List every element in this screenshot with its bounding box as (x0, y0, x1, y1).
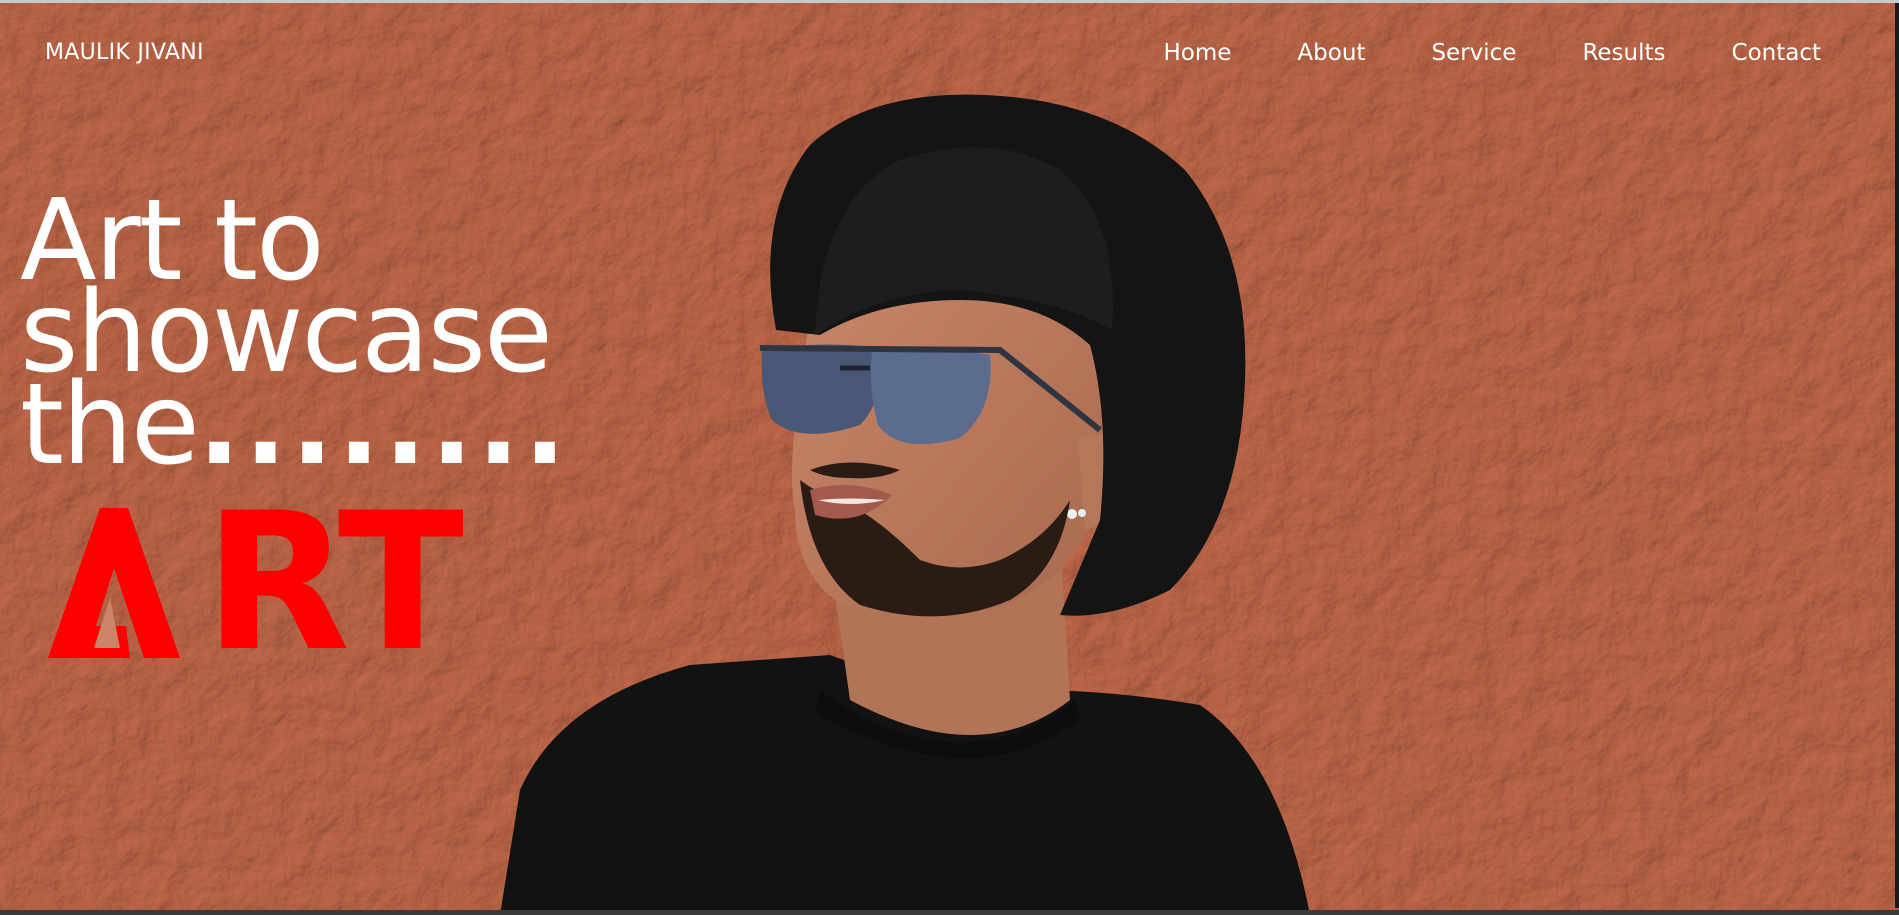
nav-about-link[interactable]: About (1297, 40, 1365, 66)
bottom-border (0, 910, 1899, 915)
art-a-glyph (48, 508, 180, 658)
nav-home-link[interactable]: Home (1164, 40, 1232, 66)
headline-dots: ........ (197, 360, 571, 490)
top-border (0, 0, 1899, 3)
headline-line-3: the........ (20, 369, 570, 481)
art-wordmark: RT (48, 488, 463, 658)
art-rest-letters: RT (204, 488, 464, 658)
main-navigation: Home About Service Results Contact (1164, 40, 1822, 66)
vertical-scrollbar[interactable] (1895, 3, 1899, 908)
hero-section: MAULIK JIVANI Home About Service Results… (0, 0, 1899, 915)
headline-the: the (20, 360, 200, 490)
brand-logo[interactable]: MAULIK JIVANI (45, 40, 204, 65)
nav-results-link[interactable]: Results (1582, 40, 1665, 66)
hero-headline: Art to showcase the........ (20, 185, 570, 481)
nav-contact-link[interactable]: Contact (1732, 40, 1821, 66)
nav-service-link[interactable]: Service (1431, 40, 1516, 66)
